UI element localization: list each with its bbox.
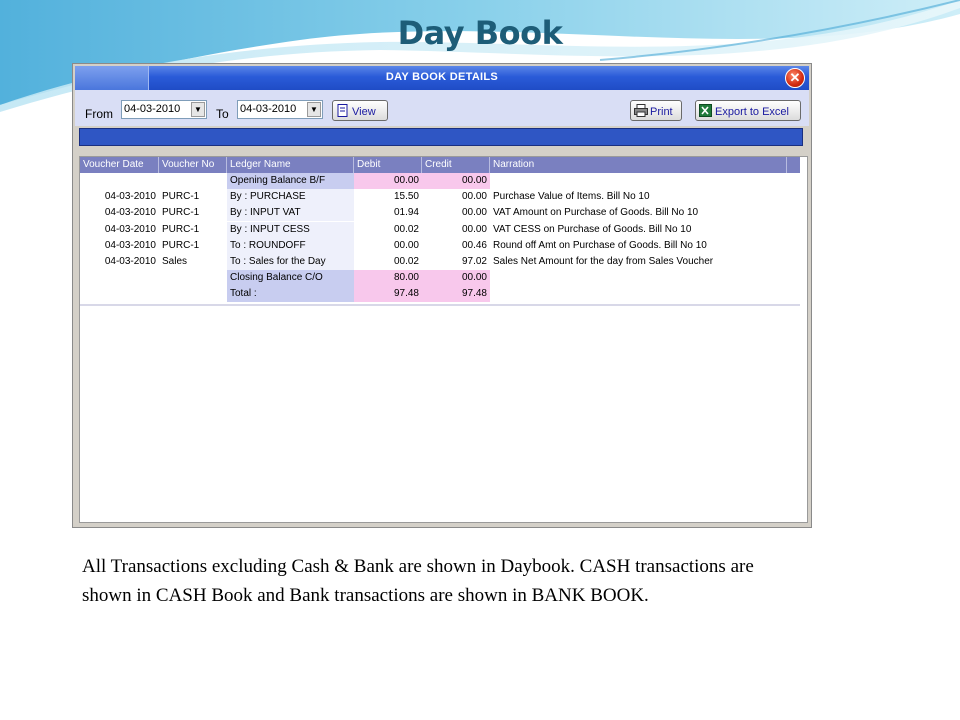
- export-button-label: Export to Excel: [715, 106, 789, 118]
- cell-narration: [493, 286, 790, 302]
- table-row[interactable]: Opening Balance B/F 00.00 00.00: [80, 173, 800, 189]
- cell-narration: [493, 270, 790, 286]
- cell-credit: 97.48: [422, 286, 490, 303]
- table-row[interactable]: Closing Balance C/O 80.00 00.00: [80, 270, 800, 287]
- table-row[interactable]: 04-03-2010 PURC-1 To : ROUNDOFF 00.00 00.46 R…: [80, 237, 800, 254]
- chevron-down-icon[interactable]: ▼: [307, 102, 321, 117]
- cell-date: 04-03-2010: [104, 239, 156, 251]
- column-header-debit[interactable]: Debit: [354, 157, 422, 173]
- column-header-ledger-name[interactable]: Ledger Name: [227, 157, 354, 173]
- cell-ledger: To : ROUNDOFF: [227, 237, 354, 254]
- window-titlebar: DAY BOOK DETAILS ✕: [75, 66, 809, 90]
- printer-icon: [634, 104, 648, 117]
- day-book-grid: Voucher Date Voucher No Ledger Name Debi…: [79, 156, 808, 523]
- close-icon[interactable]: ✕: [785, 68, 805, 88]
- cell-credit: 00.00: [461, 223, 487, 235]
- cell-ledger: Total :: [227, 286, 354, 303]
- cell-date: 04-03-2010: [104, 223, 156, 235]
- cell-debit: 01.94: [393, 207, 419, 219]
- cell-voucher: [162, 286, 227, 302]
- window-title: DAY BOOK DETAILS: [385, 71, 499, 83]
- cell-ledger: Closing Balance C/O: [227, 270, 354, 287]
- column-header-voucher-date[interactable]: Voucher Date: [80, 157, 159, 173]
- cell-debit: 00.00: [354, 173, 422, 189]
- cell-date: 04-03-2010: [104, 191, 156, 203]
- cell-credit: 00.00: [461, 207, 487, 219]
- to-date-picker[interactable]: 04-03-2010 ▼: [237, 100, 323, 119]
- cell-debit: 00.02: [393, 256, 419, 267]
- view-button[interactable]: View: [332, 100, 388, 121]
- column-header-narration[interactable]: Narration: [490, 157, 787, 173]
- cell-ledger: Opening Balance B/F: [227, 173, 354, 189]
- cell-ledger: To : Sales for the Day: [227, 254, 354, 270]
- column-header-voucher-no[interactable]: Voucher No: [159, 157, 227, 173]
- cell-credit: 00.00: [422, 270, 490, 287]
- from-date-value: 04-03-2010: [124, 103, 181, 115]
- table-row[interactable]: 04-03-2010 Sales To : Sales for the Day 00.…: [80, 254, 800, 270]
- cell-debit: 15.50: [393, 191, 419, 203]
- day-book-window: DAY BOOK DETAILS ✕ From 04-03-2010 ▼ To …: [72, 63, 812, 528]
- filter-toolbar: From 04-03-2010 ▼ To 04-03-2010 ▼ View P…: [75, 90, 809, 126]
- cell-voucher: Sales: [162, 256, 188, 267]
- table-row[interactable]: Total :97.48 97.48: [80, 286, 800, 303]
- cell-date: 04-03-2010: [104, 256, 156, 267]
- cell-debit: 80.00: [354, 270, 422, 287]
- print-button[interactable]: Print: [630, 100, 682, 121]
- table-row[interactable]: 04-03-2010 PURC-1 By : PURCHASE 15.50 00.00 P…: [80, 189, 800, 206]
- cell-date: [80, 173, 159, 189]
- table-row[interactable]: 04-03-2010 PURC-1 By : INPUT CESS 00.02 00.0…: [80, 221, 800, 238]
- cell-credit: 00.46: [461, 239, 487, 251]
- cell-narration: Sales Net Amount for the day from Sales …: [493, 256, 714, 267]
- progress-bar: [79, 128, 803, 146]
- cell-credit: 00.00: [461, 191, 487, 203]
- slide-title: Day Book: [397, 14, 563, 52]
- cell-credit: 97.02: [461, 256, 487, 267]
- from-label: From: [85, 107, 113, 121]
- cell-narration: Purchase Value of Items. Bill No 10: [493, 191, 650, 203]
- to-date-value: 04-03-2010: [240, 103, 297, 115]
- cell-debit: 00.02: [393, 223, 419, 235]
- grid-header: Voucher Date Voucher No Ledger Name Debi…: [80, 157, 800, 173]
- cell-ledger: By : PURCHASE: [227, 189, 354, 206]
- cell-date: 04-03-2010: [104, 207, 156, 219]
- document-icon: [336, 104, 350, 117]
- cell-date: [80, 286, 159, 302]
- cell-narration: VAT Amount on Purchase of Goods. Bill No…: [493, 207, 699, 219]
- cell-ledger: By : INPUT CESS: [227, 221, 354, 238]
- grid-end-line: [80, 303, 800, 306]
- column-header-credit[interactable]: Credit: [422, 157, 490, 173]
- excel-icon: [699, 104, 713, 117]
- cell-debit: 97.48: [354, 286, 422, 303]
- cell-credit: 00.00: [422, 173, 490, 189]
- cell-narration: VAT CESS on Purchase of Goods. Bill No 1…: [493, 223, 692, 235]
- slide-caption: All Transactions excluding Cash & Bank a…: [82, 556, 754, 606]
- cell-voucher: PURC-1: [162, 207, 200, 219]
- cell-voucher: PURC-1: [162, 239, 200, 251]
- cell-voucher: PURC-1: [162, 191, 200, 203]
- cell-date: [80, 270, 159, 286]
- cell-narration: [493, 173, 790, 189]
- cell-ledger: By : INPUT VAT: [227, 205, 354, 222]
- cell-voucher: [162, 270, 227, 286]
- cell-narration: Round off Amt on Purchase of Goods. Bill…: [493, 239, 707, 251]
- export-to-excel-button[interactable]: Export to Excel: [695, 100, 801, 121]
- to-label: To: [216, 107, 229, 121]
- cell-voucher: [162, 173, 227, 189]
- table-row[interactable]: 04-03-2010 PURC-1 By : INPUT VAT 01.94 00.00…: [80, 205, 800, 222]
- chevron-down-icon[interactable]: ▼: [191, 102, 205, 117]
- cell-debit: 00.00: [393, 239, 419, 251]
- cell-voucher: PURC-1: [162, 223, 200, 235]
- view-button-label: View: [352, 106, 376, 118]
- print-button-label: Print: [650, 106, 673, 118]
- from-date-picker[interactable]: 04-03-2010 ▼: [121, 100, 207, 119]
